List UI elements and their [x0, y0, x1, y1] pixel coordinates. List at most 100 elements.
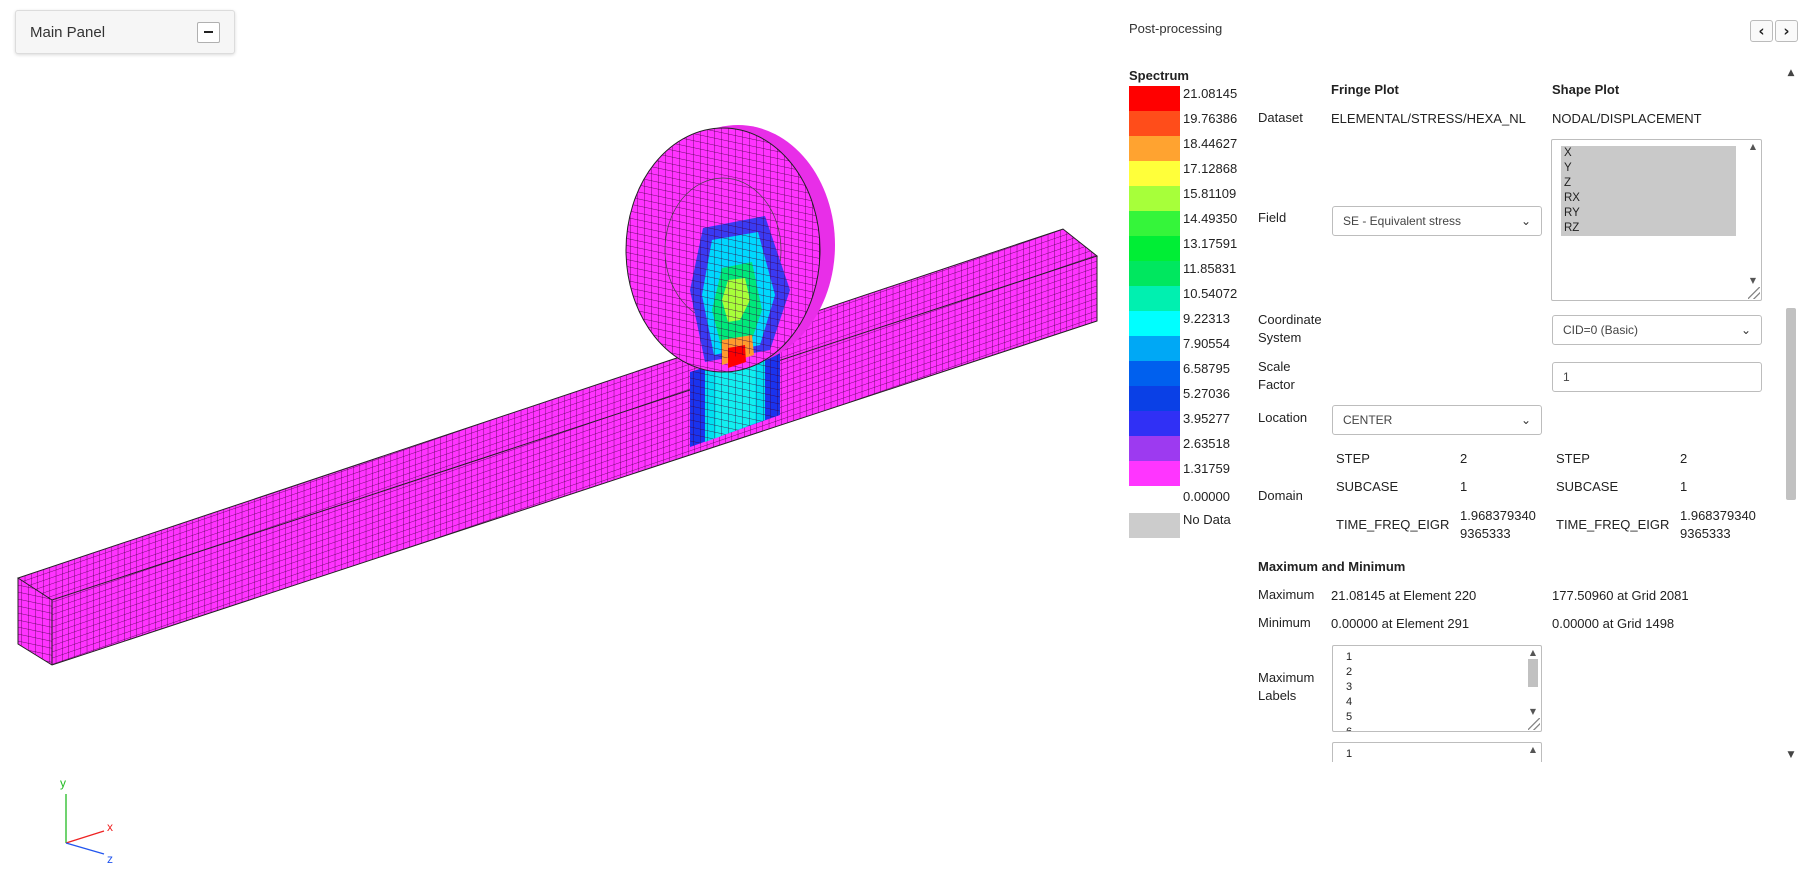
next-button[interactable]: ›	[1775, 20, 1798, 42]
collapse-button[interactable]	[197, 21, 220, 43]
post-processing-panel: Post-processing ‹ › Spectrum 21.08145 19.…	[1129, 0, 1804, 869]
dataset-label: Dataset	[1258, 110, 1303, 125]
chevron-down-icon: ⌄	[1740, 323, 1751, 337]
minus-icon	[204, 31, 213, 33]
scroll-down-icon[interactable]: ▼	[1784, 750, 1798, 760]
fringe-subcase-key: SUBCASE	[1336, 479, 1399, 494]
domain-label: Domain	[1258, 488, 1303, 503]
spectrum-swatch	[1129, 111, 1180, 136]
spectrum-value: 1.31759	[1183, 461, 1230, 476]
scroll-down-icon: ▼	[1749, 276, 1757, 285]
shape-step-value: 2	[1680, 451, 1688, 466]
spectrum-swatch	[1129, 311, 1180, 336]
axis-y-label: y	[60, 776, 66, 790]
no-data-swatch	[1129, 513, 1180, 538]
post-processing-content[interactable]: Spectrum 21.08145 19.76386 18.44627 17.1286…	[1129, 66, 1793, 762]
spectrum-swatch	[1129, 436, 1180, 461]
scroll-up-icon: ▲	[1529, 648, 1537, 657]
shape-plot-header: Shape Plot	[1552, 82, 1620, 97]
component-list-scrollbar[interactable]: ▲ ▼	[1747, 142, 1759, 286]
axis-z-label: z	[107, 852, 113, 866]
post-processing-title: Post-processing	[1129, 21, 1223, 36]
shape-subcase-value: 1	[1680, 479, 1688, 494]
spectrum-value: 5.27036	[1183, 386, 1230, 401]
spectrum-swatch	[1129, 136, 1180, 161]
model-viewport[interactable]: y x z	[0, 0, 1120, 869]
spectrum-swatch	[1129, 361, 1180, 386]
max-label-option[interactable]: 1	[1346, 650, 1352, 665]
shape-maximum: 177.50960 at Grid 2081	[1552, 588, 1689, 603]
resize-handle-icon[interactable]	[1528, 718, 1540, 730]
spectrum-value: 7.90554	[1183, 336, 1230, 351]
field-label: Field	[1258, 210, 1287, 225]
fringe-time-key: TIME_FREQ_EIGR	[1336, 517, 1450, 532]
max-label-option[interactable]: 5	[1346, 710, 1352, 725]
coordinate-system-value: CID=0 (Basic)	[1563, 323, 1639, 337]
shape-component-option[interactable]: RZ	[1561, 221, 1736, 236]
spectrum-swatch	[1129, 286, 1180, 311]
shape-step-key: STEP	[1556, 451, 1590, 466]
panel-scroll-thumb[interactable]	[1786, 308, 1796, 500]
spectrum-swatch	[1129, 236, 1180, 261]
spectrum-value: 9.22313	[1183, 311, 1230, 326]
shape-component-option[interactable]: RY	[1561, 206, 1736, 221]
chevron-left-icon: ‹	[1758, 21, 1765, 40]
max-label-option[interactable]: 3	[1346, 680, 1352, 695]
spectrum-min-value: 0.00000	[1183, 489, 1230, 504]
max-label-option[interactable]: 6	[1346, 725, 1352, 731]
shape-component-list[interactable]: X Y Z RX RY RZ ▲ ▼	[1551, 139, 1762, 301]
fringe-minimum: 0.00000 at Element 291	[1331, 616, 1470, 631]
spectrum-value: 15.81109	[1183, 186, 1237, 201]
max-label-option[interactable]: 2	[1346, 665, 1352, 680]
maximum-label: Maximum	[1258, 587, 1315, 602]
minimum-labels-list[interactable]: 1 ▲	[1332, 742, 1542, 762]
scale-factor-label: Scale Factor	[1258, 359, 1295, 392]
shape-minimum: 0.00000 at Grid 1498	[1552, 616, 1675, 631]
spectrum-swatch	[1129, 211, 1180, 236]
spectrum-swatch	[1129, 461, 1180, 486]
spectrum-swatch	[1129, 386, 1180, 411]
max-label-option[interactable]: 4	[1346, 695, 1352, 710]
field-select-value: SE - Equivalent stress	[1343, 214, 1462, 228]
fringe-dataset: ELEMENTAL/STRESS/HEXA_NL	[1331, 111, 1526, 126]
beam	[16, 228, 1099, 666]
spectrum-swatch	[1129, 161, 1180, 186]
shape-time-key: TIME_FREQ_EIGR	[1556, 517, 1670, 532]
shape-component-option[interactable]: RX	[1561, 191, 1736, 206]
chevron-down-icon: ⌄	[1520, 214, 1531, 228]
scroll-up-icon: ▲	[1529, 745, 1537, 754]
max-labels-scrollbar[interactable]: ▲ ▼	[1527, 648, 1539, 717]
shape-component-option[interactable]: X	[1561, 146, 1736, 161]
spectrum-value: 17.12868	[1183, 161, 1238, 176]
spectrum-value: 6.58795	[1183, 361, 1230, 376]
scale-factor-input[interactable]: 1	[1552, 362, 1762, 392]
coordinate-system-select[interactable]: CID=0 (Basic) ⌄	[1552, 315, 1762, 345]
location-select[interactable]: CENTER ⌄	[1332, 405, 1542, 435]
shape-component-option[interactable]: Z	[1561, 176, 1736, 191]
spectrum-swatch	[1129, 336, 1180, 361]
field-select[interactable]: SE - Equivalent stress ⌄	[1332, 206, 1542, 236]
location-label: Location	[1258, 410, 1308, 425]
no-data-label: No Data	[1183, 512, 1231, 527]
spectrum-value: 18.44627	[1183, 136, 1238, 151]
spectrum-value: 21.08145	[1183, 86, 1238, 101]
min-labels-scrollbar[interactable]: ▲	[1527, 745, 1539, 762]
prev-button[interactable]: ‹	[1750, 20, 1773, 42]
chevron-down-icon: ⌄	[1520, 413, 1531, 427]
shape-dataset: NODAL/DISPLACEMENT	[1552, 111, 1702, 126]
panel-scrollbar[interactable]: ▲ ▼	[1784, 66, 1798, 762]
maximum-labels-label: Maximum Labels	[1258, 670, 1315, 703]
spectrum-swatch	[1129, 411, 1180, 436]
shape-time-value: 1.968379340 9365333	[1680, 508, 1756, 541]
main-panel-title: Main Panel	[30, 23, 106, 41]
min-label-option[interactable]: 1	[1346, 747, 1352, 762]
chevron-right-icon: ›	[1783, 21, 1790, 40]
location-value: CENTER	[1343, 413, 1393, 427]
scroll-thumb[interactable]	[1528, 659, 1538, 687]
spectrum-value: 10.54072	[1183, 286, 1238, 301]
maximum-labels-list[interactable]: 123456 ▲ ▼	[1332, 645, 1542, 732]
resize-handle-icon[interactable]	[1748, 287, 1760, 299]
spectrum-value: 11.85831	[1183, 261, 1237, 276]
shape-component-option[interactable]: Y	[1561, 161, 1736, 176]
scroll-up-icon[interactable]: ▲	[1784, 68, 1798, 78]
